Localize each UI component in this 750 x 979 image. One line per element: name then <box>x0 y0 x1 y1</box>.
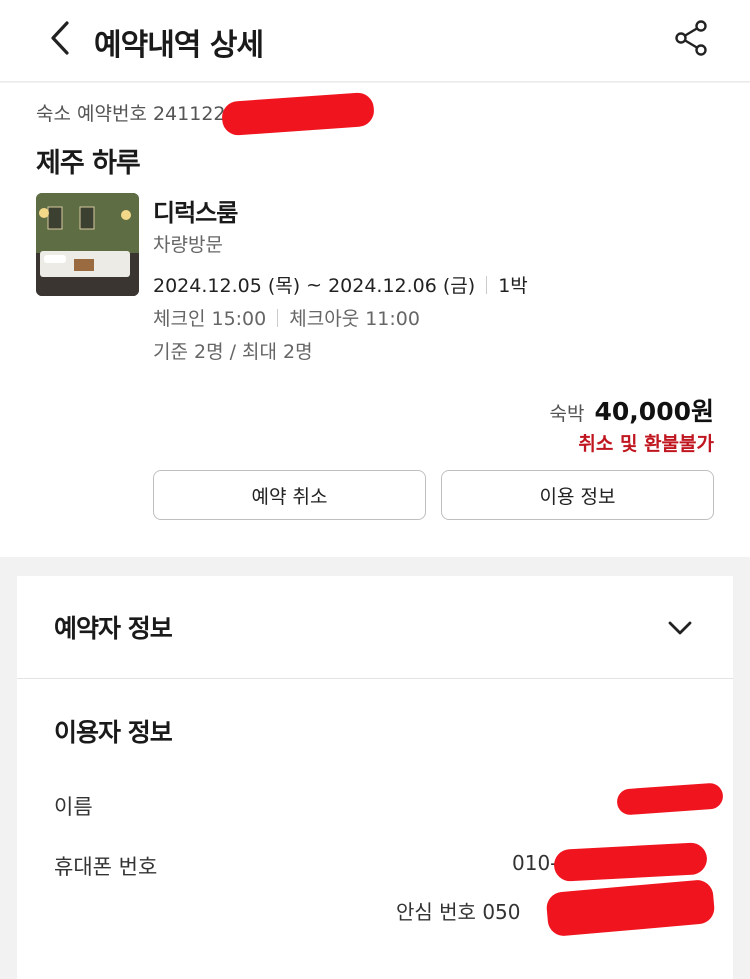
divider <box>486 275 488 294</box>
room-name: 디럭스룸 <box>153 199 238 227</box>
reservation-number-label: 숙소 예약번호 <box>36 103 147 125</box>
date-separator: ~ <box>306 273 323 296</box>
safe-number-label: 안심 번호 <box>396 900 476 924</box>
check-out-time: 체크아웃 11:00 <box>289 308 420 330</box>
share-icon <box>671 18 711 62</box>
booking-summary: 숙소 예약번호 2411220 제주 하루 디럭스룸 차량방문 2024.12.… <box>0 83 750 557</box>
safe-number-value: 050 <box>482 900 521 924</box>
room-thumbnail[interactable] <box>36 193 139 296</box>
top-app-bar: 예약내역 상세 <box>0 0 750 82</box>
customer-info-card: 예약자 정보 이용자 정보 이름 휴대폰 번호 010- 안심 번호 050 <box>17 576 733 979</box>
price-label: 숙박 <box>549 403 585 425</box>
chevron-down-icon[interactable] <box>665 613 695 643</box>
redaction-mark <box>545 878 716 938</box>
share-button[interactable] <box>668 17 714 63</box>
check-out-date: 2024.12.06 (금) <box>328 275 476 297</box>
reserver-info-header[interactable]: 예약자 정보 <box>17 576 733 679</box>
reserver-info-title: 예약자 정보 <box>54 614 173 643</box>
price-value: 40,000원 <box>594 397 714 426</box>
redaction-mark <box>616 782 724 816</box>
name-label: 이름 <box>54 795 93 819</box>
check-in-time: 체크인 15:00 <box>153 308 267 330</box>
page-title: 예약내역 상세 <box>94 28 264 63</box>
stay-dates: 2024.12.05 (목) ~ 2024.12.06 (금) 1박 <box>153 271 528 298</box>
visit-type: 차량방문 <box>153 234 223 256</box>
stay-name: 제주 하루 <box>36 148 141 179</box>
price-row: 숙박 40,000원 <box>550 392 714 428</box>
check-in-date: 2024.12.05 (목) <box>153 275 301 297</box>
cancel-reservation-button[interactable]: 예약 취소 <box>153 470 426 520</box>
safe-number: 안심 번호 050 <box>396 896 521 925</box>
phone-label: 휴대폰 번호 <box>54 855 158 879</box>
phone-value: 010- <box>512 851 558 875</box>
reservation-number: 숙소 예약번호 2411220 <box>36 99 238 126</box>
divider <box>277 308 279 327</box>
user-info-title: 이용자 정보 <box>54 718 173 747</box>
check-times: 체크인 15:00 체크아웃 11:00 <box>153 304 420 331</box>
back-button[interactable] <box>38 18 82 62</box>
usage-info-button[interactable]: 이용 정보 <box>441 470 714 520</box>
nights-count: 1박 <box>498 275 528 297</box>
room-capacity: 기준 2명 / 최대 2명 <box>153 341 313 363</box>
redaction-mark <box>553 842 708 882</box>
refund-policy: 취소 및 환불불가 <box>578 433 714 455</box>
chevron-left-icon <box>47 20 73 60</box>
redaction-mark <box>220 91 376 137</box>
